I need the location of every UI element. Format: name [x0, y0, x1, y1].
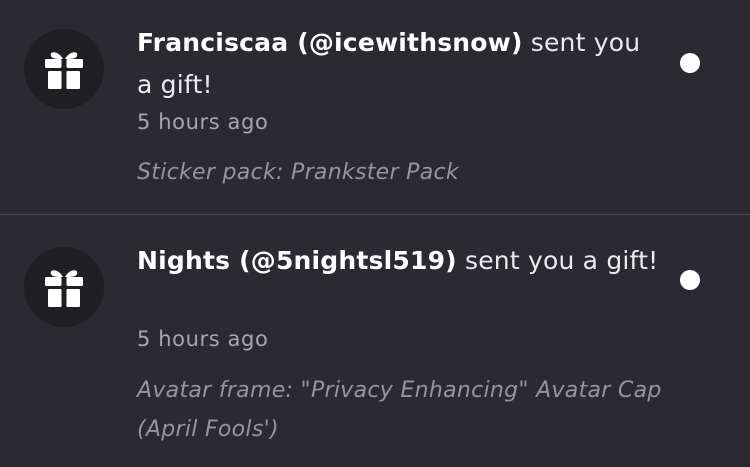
timestamp: 5 hours ago	[137, 327, 269, 351]
notification-message: Nights (@5nightsl519) sent you a gift!	[137, 240, 662, 282]
gift-icon	[45, 52, 83, 89]
unread-indicator	[680, 53, 700, 73]
timestamp: 5 hours ago	[137, 110, 269, 134]
sender-name[interactable]: Franciscaa (@icewithsnow)	[137, 28, 523, 57]
gift-icon	[45, 270, 83, 307]
gift-detail: Sticker pack: Prankster Pack	[137, 160, 459, 185]
notification-item[interactable]: Nights (@5nightsl519) sent you a gift! 5…	[0, 215, 750, 467]
unread-indicator	[680, 270, 700, 290]
notification-action: sent you a gift!	[456, 246, 659, 275]
notification-item[interactable]: Franciscaa (@icewithsnow) sent you a gif…	[0, 0, 750, 214]
sender-name[interactable]: Nights (@5nightsl519)	[137, 246, 457, 275]
gift-avatar	[24, 247, 104, 327]
gift-avatar	[24, 29, 104, 109]
notification-message: Franciscaa (@icewithsnow) sent you a gif…	[137, 22, 662, 106]
gift-detail: Avatar frame: "Privacy Enhancing" Avatar…	[137, 378, 662, 442]
notification-list: Franciscaa (@icewithsnow) sent you a gif…	[0, 0, 750, 467]
